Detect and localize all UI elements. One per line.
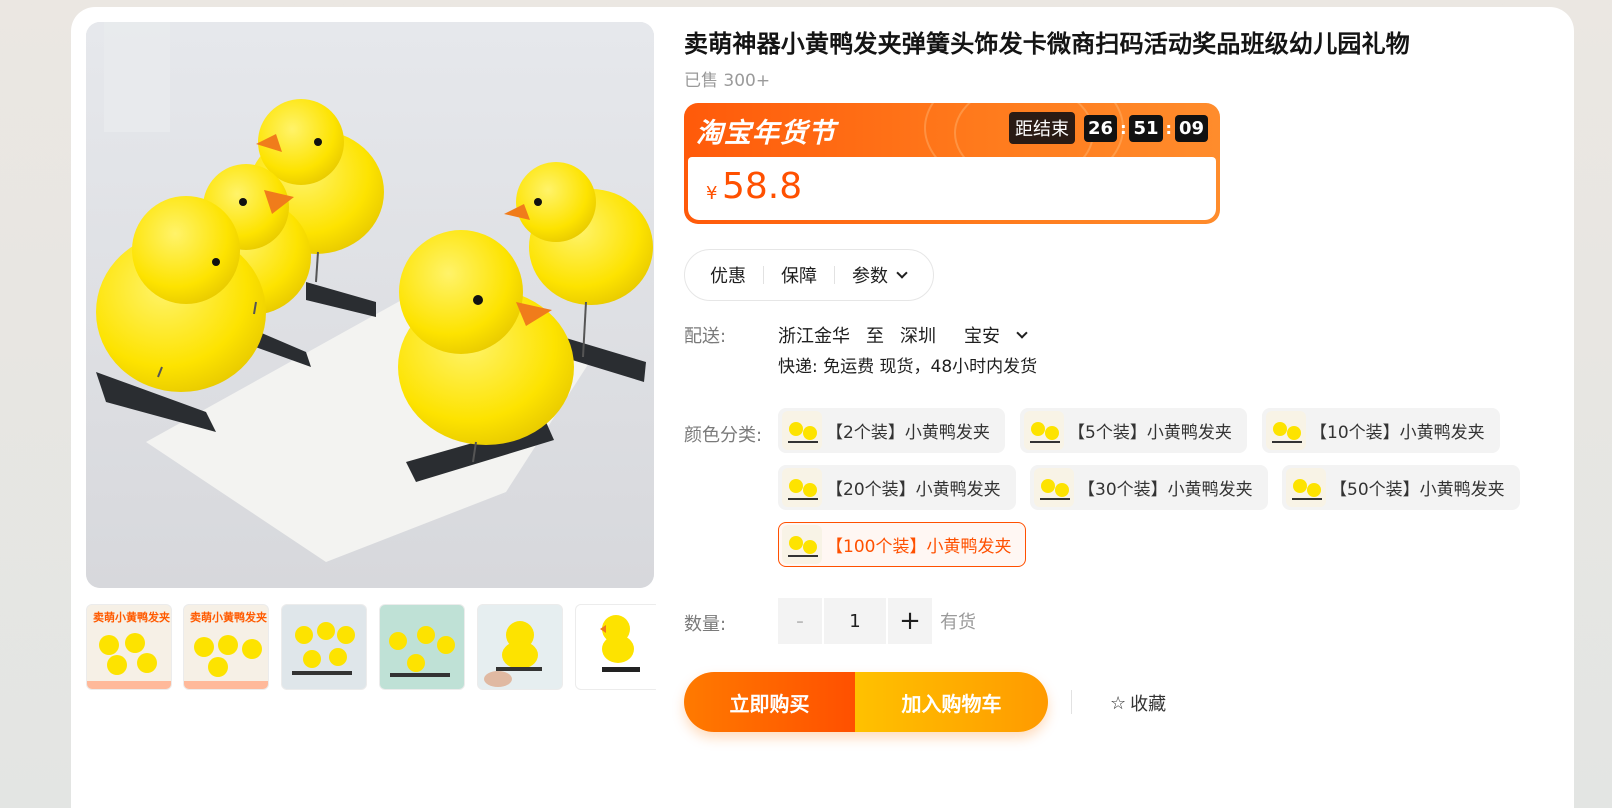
sku-option-label: 【50个装】小黄鸭发夹 [1330,480,1505,500]
quantity-decrease-button[interactable]: - [778,598,822,644]
sold-count: 已售 300+ [684,71,771,91]
chevron-down-icon [896,266,908,279]
shipping-destination[interactable]: 浙江金华 至 深圳 宝安 [778,322,1042,348]
ship-city: 深圳 [900,326,936,347]
purchase-buttons: 立即购买 加入购物车 [684,672,1048,732]
action-divider [1071,690,1072,714]
thumbnail[interactable]: 卖萌小黄鸭发夹 [86,604,172,690]
sku-thumbnail [782,525,822,564]
shipping-details: 快递: 免运费 现货，48小时内发货 [778,357,1038,377]
add-to-cart-button[interactable]: 加入购物车 [855,672,1048,732]
quantity-increase-button[interactable]: + [888,598,932,644]
sku-option[interactable]: 【2个装】小黄鸭发夹 [778,408,1005,453]
thumbnail-caption: 卖萌小黄鸭发夹 [93,610,170,624]
quantity-input[interactable]: 1 [824,598,886,644]
sku-option-label: 【5个装】小黄鸭发夹 [1068,423,1232,443]
sku-option-label: 【30个装】小黄鸭发夹 [1078,480,1253,500]
thumbnail[interactable] [575,604,656,690]
info-tabs: 优惠 保障 参数 [684,249,934,301]
thumbnail[interactable]: 卖萌小黄鸭发夹 [183,604,269,690]
tab-divider [763,266,764,284]
tab-params-label: 参数 [852,266,888,287]
sku-option-label: 【2个装】小黄鸭发夹 [826,423,990,443]
price-box: ¥ 58.8 [688,157,1216,220]
tab-discount[interactable]: 优惠 [710,262,746,288]
ship-from: 浙江金华 [778,326,850,347]
countdown-separator: : [1120,118,1127,138]
thumbnail-strip: 卖萌小黄鸭发夹 卖萌小黄鸭发夹 [86,604,656,690]
sku-label: 颜色分类: [684,425,763,446]
favorite-button[interactable]: ☆ 收藏 [1110,690,1166,716]
shipping-label: 配送: [684,326,727,347]
currency-symbol: ¥ [706,183,718,204]
ship-district: 宝安 [964,326,1000,347]
countdown-label: 距结束 [1009,112,1075,144]
tab-divider [834,266,835,284]
countdown-hours: 26 [1084,114,1118,142]
thumbnail[interactable] [281,604,367,690]
sku-thumbnail [782,411,822,450]
countdown-minutes: 51 [1129,114,1163,142]
tab-params[interactable]: 参数 [852,262,908,288]
sku-option-selected[interactable]: 【100个装】小黄鸭发夹 [778,522,1027,567]
sku-option[interactable]: 【50个装】小黄鸭发夹 [1282,465,1520,510]
thumbnail[interactable] [379,604,465,690]
price-value: 58.8 [722,166,803,207]
quantity-label: 数量: [684,614,727,635]
sku-option-label: 【10个装】小黄鸭发夹 [1310,423,1485,443]
favorite-label: 收藏 [1130,694,1167,715]
sku-thumbnail [1266,411,1306,450]
buy-now-button[interactable]: 立即购买 [684,672,855,732]
promo-banner: 淘宝年货节 距结束 26 : 51 : 09 ¥ 58.8 [684,103,1220,224]
duck-clips-photo [86,22,654,588]
sku-option[interactable]: 【30个装】小黄鸭发夹 [1030,465,1268,510]
star-icon: ☆ [1110,692,1127,714]
sku-option[interactable]: 【10个装】小黄鸭发夹 [1262,408,1500,453]
countdown-separator: : [1165,118,1172,138]
sku-option[interactable]: 【20个装】小黄鸭发夹 [778,465,1016,510]
sku-option-label: 【20个装】小黄鸭发夹 [826,480,1001,500]
sku-thumbnail [1286,468,1326,507]
thumbnail-caption: 卖萌小黄鸭发夹 [190,610,267,624]
quantity-stepper: - 1 + 有货 [778,598,976,644]
product-title: 卖萌神器小黄鸭发夹弹簧头饰发卡微商扫码活动奖品班级幼儿园礼物 [684,30,1410,58]
stock-status: 有货 [940,612,976,633]
main-product-image[interactable] [86,22,654,588]
sku-thumbnail [1024,411,1064,450]
sku-option-label: 【100个装】小黄鸭发夹 [826,537,1012,557]
ship-to-word: 至 [866,326,884,347]
sku-thumbnail [782,468,822,507]
promo-title: 淘宝年货节 [696,118,836,149]
thumbnail[interactable] [477,604,563,690]
countdown-timer: 距结束 26 : 51 : 09 [1009,112,1208,144]
sku-thumbnail [1034,468,1074,507]
countdown-seconds: 09 [1174,114,1208,142]
chevron-down-icon [1016,326,1028,339]
sku-option[interactable]: 【5个装】小黄鸭发夹 [1020,408,1247,453]
tab-guarantee[interactable]: 保障 [781,262,817,288]
